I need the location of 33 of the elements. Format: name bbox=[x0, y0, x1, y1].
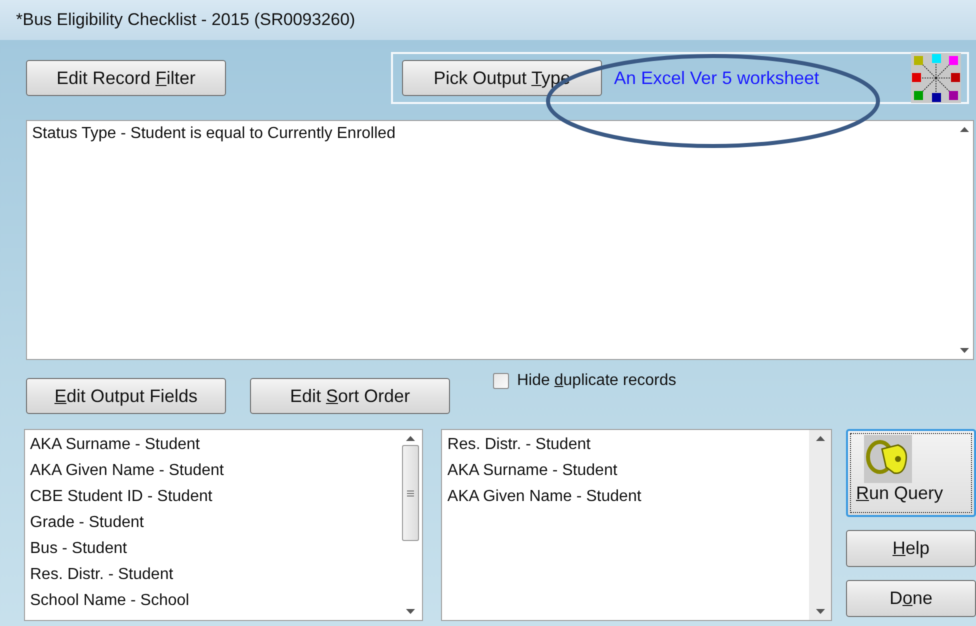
scroll-up-icon[interactable] bbox=[406, 436, 416, 441]
checkbox-label: Hide duplicate records bbox=[517, 372, 676, 390]
checkbox[interactable] bbox=[493, 373, 509, 389]
output-fields-list[interactable]: AKA Surname - Student AKA Given Name - Student CBE Student ID - Student Grade - Student Bus - Student Res. Distr. - Student School Name - School bbox=[24, 429, 424, 621]
edit-sort-order-button[interactable]: Edit Sort Order bbox=[250, 378, 450, 414]
list-item[interactable]: Grade - Student bbox=[30, 510, 398, 536]
dialog-button[interactable]: Help bbox=[846, 530, 976, 567]
network-icon bbox=[911, 53, 961, 103]
list-item[interactable]: AKA Surname - Student bbox=[30, 432, 398, 458]
list-item[interactable]: School Name - School bbox=[30, 588, 398, 614]
list-item[interactable]: CBE Student ID - Student bbox=[30, 484, 398, 510]
list-item[interactable]: AKA Surname - Student bbox=[447, 458, 804, 484]
run-query-button[interactable]: Run Query bbox=[846, 429, 976, 517]
key-icon bbox=[864, 435, 912, 483]
output-type-label: An Excel Ver 5 worksheet bbox=[614, 68, 820, 88]
window-title: *Bus Eligibility Checklist - 2015 (SR0093260) bbox=[16, 10, 356, 30]
scroll-down-icon[interactable] bbox=[406, 609, 416, 614]
sort-order-list[interactable]: Res. Distr. - Student AKA Surname - Student AKA Given Name - Student bbox=[441, 429, 832, 621]
scroll-down-icon[interactable] bbox=[816, 609, 824, 614]
list-item[interactable]: Bus - Student bbox=[30, 536, 398, 562]
scroll-up-icon[interactable] bbox=[960, 127, 969, 132]
scroll-down-icon[interactable] bbox=[960, 348, 969, 353]
filter-text: Status Type - Student is equal to Currently Enrolled bbox=[31, 124, 396, 144]
edit-record-filter-button[interactable]: Edit Record Filter bbox=[26, 60, 226, 96]
list-item[interactable]: AKA Given Name - Student bbox=[30, 458, 398, 484]
scrollbar-thumb[interactable] bbox=[402, 445, 420, 541]
list-item[interactable]: AKA Given Name - Student bbox=[447, 484, 804, 510]
scroll-up-icon[interactable] bbox=[816, 436, 824, 441]
edit-output-fields-button[interactable]: Edit Output Fields bbox=[26, 378, 226, 414]
list-item[interactable]: Res. Distr. - Student bbox=[447, 432, 804, 458]
dialog-button[interactable]: Done bbox=[846, 580, 976, 617]
list-item[interactable]: Res. Distr. - Student bbox=[30, 562, 398, 588]
filter-text-area[interactable]: Status Type - Student is equal to Currently Enrolled bbox=[26, 120, 974, 360]
